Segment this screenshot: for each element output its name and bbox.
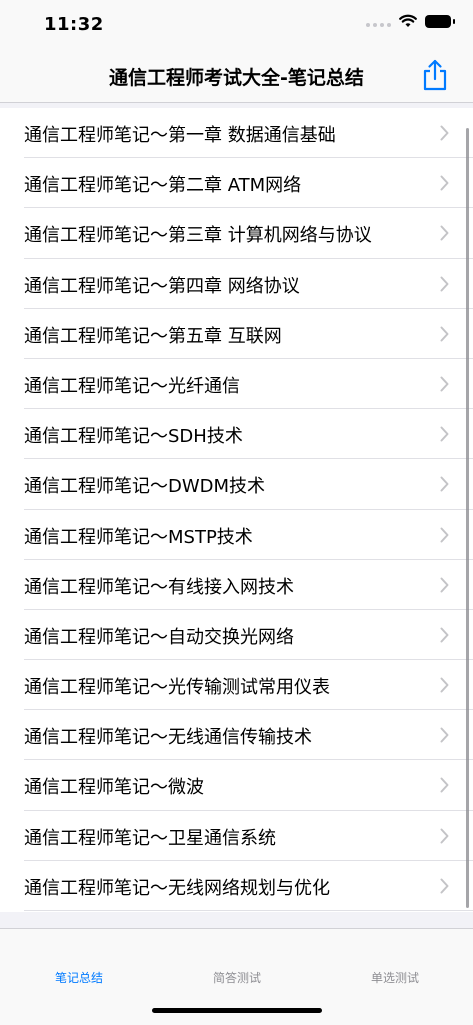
list-item[interactable]: 通信工程师笔记～卫星通信系统 [0, 811, 473, 861]
status-icons [366, 14, 455, 28]
chevron-right-icon [440, 677, 449, 693]
chevron-right-icon [440, 426, 449, 442]
chevron-right-icon [440, 527, 449, 542]
list-item-label: 通信工程师笔记～第二章 ATM网络 [24, 175, 302, 197]
list-item[interactable]: 通信工程师笔记～有线接入网技术 [0, 560, 473, 610]
list-item-label: 通信工程师笔记～第一章 数据通信基础 [24, 125, 336, 146]
wifi-icon [399, 14, 417, 27]
list-item[interactable]: 通信工程师笔记～自动交换光网络 [0, 610, 473, 661]
list-item-label: 通信工程师笔记～光纤通信 [24, 375, 240, 397]
page-title: 通信工程师考试大全-笔记总结 [109, 67, 364, 89]
list-item-label: 通信工程师笔记～无线通信传输技术 [24, 727, 312, 749]
list-item[interactable]: 通信工程师笔记～无线网络规划与优化 [0, 861, 473, 911]
chevron-right-icon [440, 727, 449, 743]
list-item-label: 通信工程师笔记～微波 [24, 777, 204, 799]
list-item-label: 通信工程师笔记～SDH技术 [24, 426, 243, 448]
list-item-label: 通信工程师笔记～第四章 网络协议 [24, 275, 300, 297]
tab-notes-summary[interactable]: 笔记总结 [0, 969, 158, 986]
chevron-right-icon [440, 225, 449, 241]
list-item[interactable]: 通信工程师笔记～第四章 网络协议 [0, 259, 473, 309]
chevron-right-icon [440, 828, 449, 844]
notes-list: 通信工程师笔记～第一章 数据通信基础 通信工程师笔记～第二章 ATM网络 通信工程师… [0, 108, 473, 912]
list-item[interactable]: 通信工程师笔记～第三章 计算机网络与协议 [0, 208, 473, 259]
list-item[interactable]: 通信工程师笔记～第一章 数据通信基础 [0, 108, 473, 159]
list-item-label: 通信工程师笔记～MSTP技术 [24, 526, 253, 548]
status-time: 11:32 [44, 14, 104, 35]
list-item-label: 通信工程师笔记～DWDM技术 [24, 476, 266, 498]
list-item-label: 通信工程师笔记～第三章 计算机网络与协议 [24, 225, 372, 247]
scroll-indicator[interactable] [466, 128, 469, 908]
navigation-bar: 通信工程师考试大全-笔记总结 [0, 50, 473, 103]
chevron-right-icon [440, 276, 449, 292]
battery-icon [425, 14, 455, 28]
divider [24, 910, 473, 911]
tab-single-choice-test[interactable]: 单选测试 [316, 969, 473, 986]
list-item[interactable]: 通信工程师笔记～第二章 ATM网络 [0, 158, 473, 209]
chevron-right-icon [440, 476, 449, 492]
chevron-right-icon [440, 878, 449, 894]
chevron-right-icon [440, 577, 449, 593]
share-icon[interactable] [419, 58, 451, 92]
list-item[interactable]: 通信工程师笔记～第五章 互联网 [0, 309, 473, 359]
list-item-label: 通信工程师笔记～光传输测试常用仪表 [24, 677, 330, 699]
list-item-label: 通信工程师笔记～第五章 互联网 [24, 325, 282, 347]
chevron-right-icon [440, 175, 449, 191]
status-bar: 11:32 [0, 0, 473, 50]
list-item[interactable]: 通信工程师笔记～微波 [0, 760, 473, 811]
list-item-label: 通信工程师笔记～卫星通信系统 [24, 827, 276, 849]
list-item-label: 通信工程师笔记～自动交换光网络 [24, 626, 294, 648]
chevron-right-icon [440, 326, 449, 342]
list-item[interactable]: 通信工程师笔记～MSTP技术 [0, 510, 473, 560]
list-item-label: 通信工程师笔记～有线接入网技术 [24, 576, 294, 598]
list-item-label: 通信工程师笔记～无线网络规划与优化 [24, 877, 330, 899]
chevron-right-icon [440, 376, 449, 392]
list-item[interactable]: 通信工程师笔记～DWDM技术 [0, 459, 473, 510]
list-item[interactable]: 通信工程师笔记～SDH技术 [0, 409, 473, 460]
signal-icon [366, 15, 391, 27]
list-item[interactable]: 通信工程师笔记～光纤通信 [0, 359, 473, 410]
home-indicator[interactable] [152, 1008, 322, 1013]
list-item[interactable]: 通信工程师笔记～无线通信传输技术 [0, 710, 473, 761]
chevron-right-icon [440, 627, 449, 643]
chevron-right-icon [440, 777, 449, 793]
list-item[interactable]: 通信工程师笔记～光传输测试常用仪表 [0, 660, 473, 711]
chevron-right-icon [440, 125, 449, 141]
tab-short-answer-test[interactable]: 简答测试 [158, 969, 316, 986]
